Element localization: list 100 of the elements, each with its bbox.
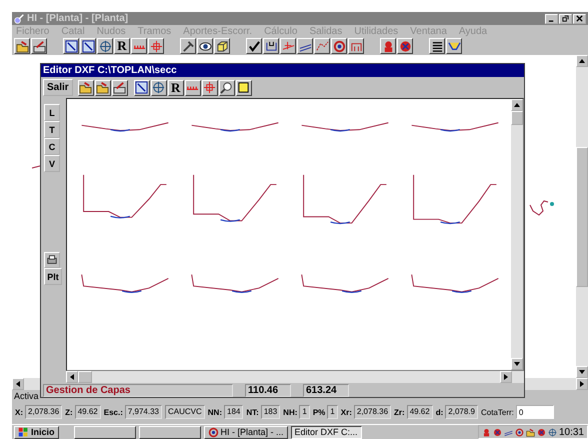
status-value: 184	[224, 405, 244, 419]
crosshair-icon	[203, 81, 216, 94]
cube-button[interactable]	[214, 38, 230, 54]
taskbar-button[interactable]	[138, 426, 201, 438]
valley-icon	[448, 40, 460, 52]
ruler-button[interactable]	[131, 38, 147, 54]
diagonal-box-button[interactable]	[63, 38, 79, 54]
diagonal-box-icon	[135, 81, 148, 94]
checkmark-button[interactable]	[246, 38, 262, 54]
plot-button[interactable]: Plt	[44, 268, 62, 285]
taskbar-button[interactable]	[74, 426, 136, 438]
polyline-button[interactable]	[314, 38, 330, 54]
hammer-icon	[182, 40, 194, 52]
status-value: CAUCVC	[165, 405, 205, 419]
folder-icon	[16, 40, 28, 52]
folder-button[interactable]	[14, 38, 30, 54]
cross-circle-icon[interactable]	[492, 428, 502, 436]
lines-button[interactable]	[429, 38, 445, 54]
status-label: Zr:	[394, 408, 405, 416]
r-button[interactable]: R	[168, 80, 184, 96]
input-field[interactable]: 0	[516, 405, 554, 419]
view-button[interactable]: V	[44, 155, 60, 172]
view-button[interactable]: T	[44, 121, 60, 138]
rings-icon[interactable]	[514, 428, 524, 436]
rings-button[interactable]	[331, 38, 347, 54]
exit-button[interactable]: Salir	[43, 79, 73, 96]
scroll-arrow-button[interactable]	[500, 371, 512, 383]
hammer-button[interactable]	[180, 38, 196, 54]
folder-button[interactable]	[94, 80, 111, 96]
arrow-icon	[579, 58, 585, 64]
cross-line-button[interactable]	[280, 38, 296, 54]
tray-button[interactable]	[112, 80, 128, 96]
scroll-arrow-button[interactable]	[66, 371, 78, 383]
tray-button[interactable]	[31, 38, 47, 54]
valley-button[interactable]	[446, 38, 462, 54]
crosshair-icon	[98, 40, 112, 52]
bracket-button[interactable]	[348, 38, 364, 54]
line-button[interactable]	[297, 38, 313, 54]
taskbar-button[interactable]: Editor DXF C:...	[290, 426, 362, 438]
cross-circle-button[interactable]	[397, 38, 413, 54]
cross-circle-icon[interactable]	[536, 428, 546, 436]
polyline-icon	[316, 40, 328, 52]
status-value: 1	[299, 405, 310, 419]
tray-icon	[113, 81, 126, 94]
scroll-thumb[interactable]	[511, 111, 523, 125]
folder-button[interactable]	[78, 80, 94, 96]
diagonal-box-icon	[64, 40, 78, 52]
scroll-arrow-button[interactable]	[576, 378, 588, 390]
status-label: CotaTerr:	[480, 408, 514, 416]
magnifier-icon	[220, 81, 234, 94]
scroll-arrow-button[interactable]	[576, 55, 588, 67]
scroll-thumb[interactable]	[78, 371, 92, 383]
magnifier-button[interactable]	[218, 80, 235, 96]
print-button[interactable]	[44, 252, 60, 268]
rings-icon	[208, 426, 219, 438]
eye-button[interactable]	[197, 38, 213, 54]
crosshair-icon[interactable]	[548, 428, 557, 436]
folder-icon[interactable]	[526, 428, 535, 436]
status-label: d:	[436, 408, 444, 416]
scroll-arrow-button[interactable]	[511, 99, 523, 111]
status-label: Esc.:	[104, 408, 123, 416]
person-button[interactable]	[380, 38, 396, 54]
crosshair-button[interactable]	[148, 38, 164, 54]
arrow-icon	[69, 374, 75, 380]
status-value: 613.24	[303, 384, 349, 396]
line-fragment-drawing	[32, 165, 40, 169]
scroll-thumb[interactable]	[576, 146, 588, 286]
arrow-icon	[514, 102, 520, 108]
clock: 10:31	[558, 426, 584, 438]
status-label: Z:	[65, 408, 73, 416]
start-button[interactable]: Inicio	[14, 426, 59, 438]
close-icon	[576, 15, 583, 22]
layer-field: Gestion de Capas	[43, 384, 233, 396]
scroll-arrow-button[interactable]	[576, 366, 588, 378]
crosshair-icon	[150, 40, 162, 52]
person-icon[interactable]	[482, 428, 491, 436]
windows-logo-icon	[18, 426, 29, 438]
r-button[interactable]: R	[114, 38, 130, 54]
note-icon	[237, 81, 250, 94]
ruler-button[interactable]	[184, 80, 201, 96]
status-label: Xr:	[340, 408, 352, 416]
crosshair-icon	[152, 81, 166, 94]
status-value: 49.62	[406, 405, 433, 419]
crosshair-button[interactable]	[97, 38, 113, 54]
status-label: P%	[312, 408, 326, 416]
view-button[interactable]: L	[44, 104, 60, 121]
status-value: 2,078.36	[354, 405, 392, 419]
status-value: 183	[260, 405, 280, 419]
view-button[interactable]: C	[44, 138, 60, 155]
taskbar-button[interactable]: HI - [Planta] - ...	[204, 426, 288, 438]
lines-icon	[430, 40, 444, 52]
window-title: HI - [Planta] - [Planta]	[27, 13, 128, 24]
cross-circle-icon	[398, 40, 412, 52]
scroll-arrow-button[interactable]	[12, 378, 24, 390]
scroll-arrow-button[interactable]	[511, 358, 523, 370]
diagonal-box-button[interactable]	[80, 38, 96, 54]
status-label: Activa	[14, 391, 39, 401]
status-label: NN:	[208, 408, 222, 416]
status-value: 2,078.9	[445, 405, 478, 419]
note-button[interactable]	[236, 80, 252, 96]
